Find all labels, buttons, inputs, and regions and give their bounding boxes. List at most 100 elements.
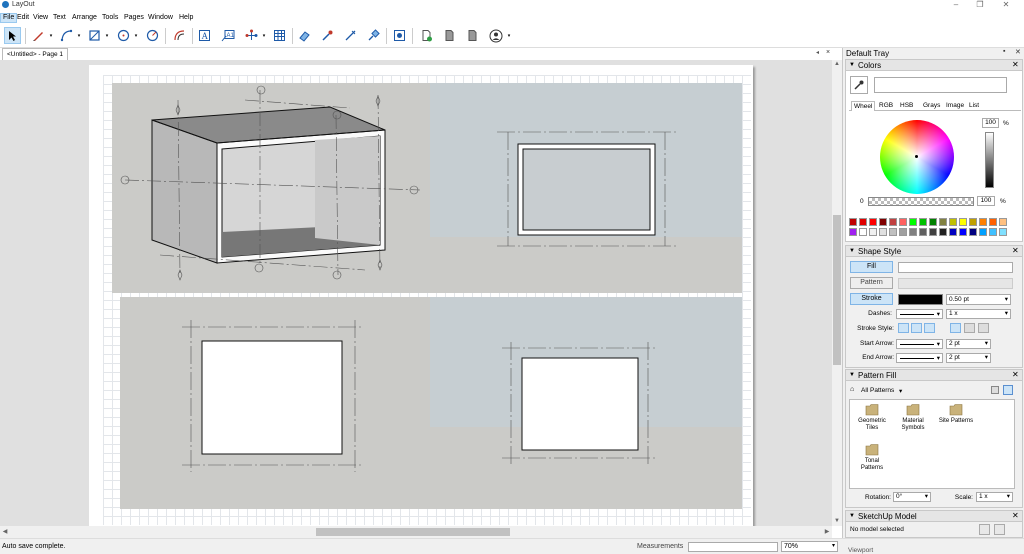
menu-window[interactable]: Window	[146, 13, 175, 23]
tab-rgb[interactable]: RGB	[877, 101, 895, 111]
dimension-tool-button[interactable]	[243, 27, 260, 44]
color-swatch[interactable]	[859, 218, 867, 226]
tab-image[interactable]: Image	[944, 101, 966, 111]
line-tool-button[interactable]	[30, 27, 47, 44]
tab-grays[interactable]: Grays	[921, 101, 942, 111]
presentation-button[interactable]	[391, 27, 408, 44]
home-icon[interactable]: ⌂	[850, 386, 854, 393]
shape-style-header[interactable]: ▼ Shape Style ✕	[845, 245, 1023, 257]
horizontal-scroll-thumb[interactable]	[316, 528, 510, 536]
scroll-up-icon[interactable]: ▲	[832, 60, 842, 68]
join-miter-button[interactable]	[950, 323, 961, 333]
pattern-well[interactable]	[898, 278, 1013, 289]
join-bevel-button[interactable]	[978, 323, 989, 333]
elevation-left[interactable]	[182, 320, 363, 472]
elevation-front-top[interactable]	[497, 131, 676, 247]
account-button[interactable]	[487, 27, 504, 44]
pattern-filter-select[interactable]: All Patterns	[861, 387, 894, 394]
refresh-model-button[interactable]	[979, 524, 990, 535]
start-arrow-select[interactable]: ▾	[896, 339, 943, 349]
select-tool-button[interactable]	[4, 27, 21, 44]
stroke-toggle[interactable]: Stroke	[850, 293, 893, 305]
rectangle-tool-dropdown[interactable]: ▾	[104, 33, 110, 39]
close-window-button[interactable]: ✕	[996, 0, 1016, 11]
join-tool-button[interactable]	[365, 27, 382, 44]
menu-view[interactable]: View	[31, 13, 50, 23]
end-arrow-size-select[interactable]: 2 pt ▾	[946, 353, 991, 363]
cap-round-button[interactable]	[911, 323, 922, 333]
brightness-slider[interactable]	[985, 132, 994, 188]
brightness-input[interactable]: 100	[982, 118, 999, 128]
color-swatch[interactable]	[879, 218, 887, 226]
arc-tool-dropdown[interactable]: ▾	[76, 33, 82, 39]
close-panel-icon[interactable]: ✕	[1012, 246, 1019, 255]
arc-tool-button[interactable]	[58, 27, 75, 44]
color-swatch[interactable]	[849, 228, 857, 236]
color-swatch[interactable]	[849, 218, 857, 226]
zoom-select[interactable]: 70% ▾	[781, 541, 838, 552]
color-swatch[interactable]	[909, 228, 917, 236]
color-swatch[interactable]	[989, 228, 997, 236]
tab-list[interactable]: List	[967, 101, 981, 111]
scroll-down-icon[interactable]: ▼	[832, 517, 842, 525]
measurements-input[interactable]	[688, 542, 778, 552]
scale-select[interactable]: 1 x ▾	[976, 492, 1013, 502]
opacity-input[interactable]: 100	[977, 196, 995, 206]
document-canvas[interactable]	[0, 60, 832, 526]
opacity-slider[interactable]	[868, 197, 974, 206]
close-panel-icon[interactable]: ✕	[1012, 370, 1019, 379]
eyedropper-button[interactable]	[850, 76, 868, 94]
color-swatch[interactable]	[899, 218, 907, 226]
next-page-button[interactable]	[464, 27, 481, 44]
close-panel-icon[interactable]: ✕	[1012, 60, 1019, 69]
link-model-button[interactable]	[994, 524, 1005, 535]
join-round-button[interactable]	[964, 323, 975, 333]
close-tab-button[interactable]: ×	[826, 48, 830, 58]
split-tool-button[interactable]	[342, 27, 359, 44]
table-tool-button[interactable]	[271, 27, 288, 44]
style-tool-button[interactable]	[319, 27, 336, 44]
start-arrow-size-select[interactable]: 2 pt ▾	[946, 339, 991, 349]
stroke-width-select[interactable]: 0.50 pt ▾	[946, 294, 1011, 305]
document-tab[interactable]: <Untitled> - Page 1	[2, 48, 69, 60]
color-swatch[interactable]	[879, 228, 887, 236]
rotation-select[interactable]: 0° ▾	[893, 492, 931, 502]
current-color-preview[interactable]	[874, 77, 1007, 93]
colors-panel-header[interactable]: ▼ Colors ✕	[845, 59, 1023, 71]
color-swatch[interactable]	[959, 218, 967, 226]
stroke-color-well[interactable]	[898, 294, 943, 305]
add-page-button[interactable]	[418, 27, 435, 44]
color-swatch[interactable]	[979, 218, 987, 226]
tray-close-button[interactable]: ✕	[1015, 48, 1021, 56]
color-swatch[interactable]	[939, 228, 947, 236]
menu-help[interactable]: Help	[177, 13, 195, 23]
menu-edit[interactable]: Edit	[15, 13, 31, 23]
scroll-right-icon[interactable]: ▶	[822, 528, 832, 536]
pattern-fill-header[interactable]: ▼ Pattern Fill ✕	[845, 369, 1023, 381]
color-swatch[interactable]	[869, 218, 877, 226]
menu-arrange[interactable]: Arrange	[70, 13, 99, 23]
fill-color-well[interactable]	[898, 262, 1013, 273]
color-swatch[interactable]	[929, 228, 937, 236]
list-view-icon[interactable]	[991, 386, 999, 394]
color-swatch[interactable]	[919, 228, 927, 236]
rectangle-tool-button[interactable]	[86, 27, 103, 44]
color-swatch[interactable]	[919, 218, 927, 226]
color-swatch[interactable]	[999, 228, 1007, 236]
polygon-tool-button[interactable]	[144, 27, 161, 44]
label-tool-button[interactable]: A1	[219, 27, 236, 44]
color-swatch[interactable]	[989, 218, 997, 226]
circle-tool-button[interactable]	[115, 27, 132, 44]
color-swatch[interactable]	[859, 228, 867, 236]
color-swatch[interactable]	[999, 218, 1007, 226]
tab-scroll-arrow[interactable]: ◂	[816, 48, 819, 58]
pattern-folder-material[interactable]: Material Symbols	[896, 403, 930, 432]
pattern-folder-site[interactable]: Site Patterns	[936, 403, 976, 425]
tab-hsb[interactable]: HSB	[898, 101, 915, 111]
tab-wheel[interactable]: Wheel	[851, 101, 876, 111]
color-swatch[interactable]	[979, 228, 987, 236]
circle-tool-dropdown[interactable]: ▾	[133, 33, 139, 39]
eraser-tool-button[interactable]	[296, 27, 313, 44]
dash-style-select[interactable]: ▾	[896, 309, 943, 319]
minimize-button[interactable]: –	[946, 0, 966, 11]
